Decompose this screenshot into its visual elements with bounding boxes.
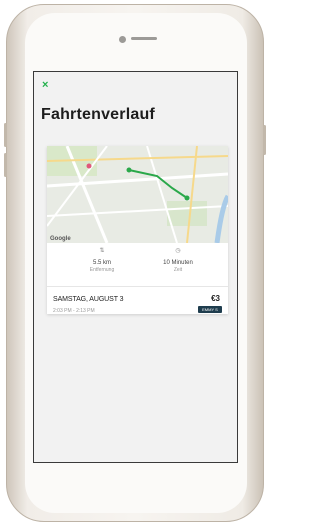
vehicle-badge: EMMY S — [198, 306, 222, 313]
volume-button — [4, 153, 7, 177]
trip-price: €3 — [211, 294, 220, 303]
duration-label: Zeit — [173, 267, 183, 273]
distance-value: 5.5 km — [92, 260, 111, 266]
page-title: Fahrtenverlauf — [41, 106, 155, 123]
distance-label: Entfernung — [89, 267, 115, 273]
duration-stat: ◷ 10 Minuten Zeit — [143, 247, 213, 274]
app-screen: × Fahrtenverlauf Google ⇅ 5.5 km Entfern… — [33, 71, 238, 463]
trip-date: SAMSTAG, AUGUST 3 — [53, 296, 124, 303]
clock-icon: ◷ — [175, 248, 181, 254]
map-watermark: Google — [50, 236, 71, 242]
front-camera — [119, 36, 126, 43]
power-button — [263, 125, 266, 155]
trip-stats: ⇅ 5.5 km Entfernung ◷ 10 Minuten Zeit — [47, 243, 228, 287]
earpiece-speaker — [131, 37, 157, 40]
trip-map: Google — [47, 146, 228, 243]
volume-button — [4, 123, 7, 147]
distance-stat: ⇅ 5.5 km Entfernung — [67, 247, 137, 274]
trip-card[interactable]: Google ⇅ 5.5 km Entfernung ◷ 10 Minuten … — [47, 146, 228, 314]
trip-time-range: 2:03 PM - 2:13 PM — [53, 308, 95, 314]
close-icon[interactable]: × — [42, 80, 48, 91]
route-icon: ⇅ — [99, 248, 105, 254]
duration-value: 10 Minuten — [163, 260, 193, 266]
